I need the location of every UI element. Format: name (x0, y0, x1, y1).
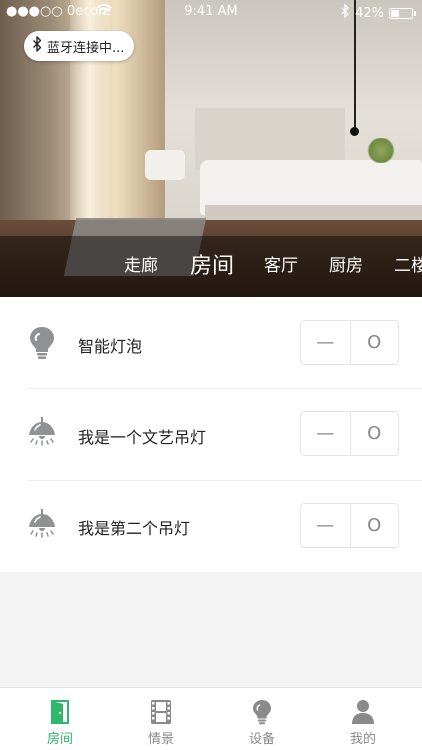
device-row[interactable]: 我是一个文艺吊灯 — O (0, 389, 422, 481)
device-row[interactable]: 我是第二个吊灯 — O (0, 481, 422, 573)
film-icon (149, 699, 173, 725)
room-tab-bedroom[interactable]: 房间 (190, 236, 234, 297)
tab-rooms[interactable]: 房间 (7, 688, 113, 750)
tab-profile[interactable]: 我的 (310, 688, 416, 750)
app-screen: ●●●○○ 0ecore 9:41 AM 42% 蓝牙连接中... 走廊 房间 … (0, 0, 422, 750)
tab-label: 设备 (248, 732, 275, 747)
toggle-button[interactable]: O (349, 321, 399, 364)
lightbulb-icon (26, 325, 58, 361)
device-list: 智能灯泡 — O 我是一个文艺吊灯 — O 我是第二个吊灯 — O (0, 297, 422, 572)
decrease-button[interactable]: — (301, 321, 350, 364)
door-icon (48, 699, 72, 725)
lightbulb-icon (250, 699, 274, 725)
bottom-tab-bar: 房间 情景 设备 我的 (0, 687, 422, 750)
decrease-button[interactable]: — (301, 504, 350, 547)
device-stepper: — O (300, 411, 399, 456)
room-tab-living-room[interactable]: 客厅 (264, 236, 298, 297)
device-name: 我是一个文艺吊灯 (78, 428, 207, 447)
device-name: 智能灯泡 (78, 337, 143, 356)
toggle-button[interactable]: O (349, 412, 399, 455)
decrease-button[interactable]: — (301, 412, 350, 455)
room-tab-strip[interactable]: 走廊 房间 客厅 厨房 二楼 (0, 236, 422, 297)
battery-icon (389, 7, 413, 19)
room-tab-kitchen[interactable]: 厨房 (329, 236, 363, 297)
pendant-lamp-icon (26, 507, 58, 543)
tab-label: 房间 (46, 732, 73, 747)
bluetooth-status-pill[interactable]: 蓝牙连接中... (24, 31, 135, 61)
tab-devices[interactable]: 设备 (209, 688, 315, 750)
tab-scenes[interactable]: 情景 (108, 688, 214, 750)
tab-label: 我的 (349, 732, 376, 747)
device-stepper: — O (300, 503, 399, 548)
device-row[interactable]: 智能灯泡 — O (0, 297, 422, 389)
bluetooth-status-icon (341, 3, 350, 22)
room-tab-second-floor[interactable]: 二楼 (394, 236, 422, 297)
status-bar: ●●●○○ 0ecore 9:41 AM 42% (0, 0, 422, 24)
status-right: 42% (341, 3, 416, 22)
pendant-lamp-icon (26, 415, 58, 451)
tab-label: 情景 (147, 732, 174, 747)
toggle-button[interactable]: O (349, 504, 399, 547)
device-name: 我是第二个吊灯 (78, 519, 191, 538)
bluetooth-status-label: 蓝牙连接中... (47, 40, 125, 56)
room-tab-hallway[interactable]: 走廊 (124, 236, 158, 297)
bluetooth-icon (32, 36, 43, 56)
person-icon (351, 699, 375, 725)
device-stepper: — O (300, 320, 399, 365)
battery-percent: 42% (355, 5, 384, 21)
